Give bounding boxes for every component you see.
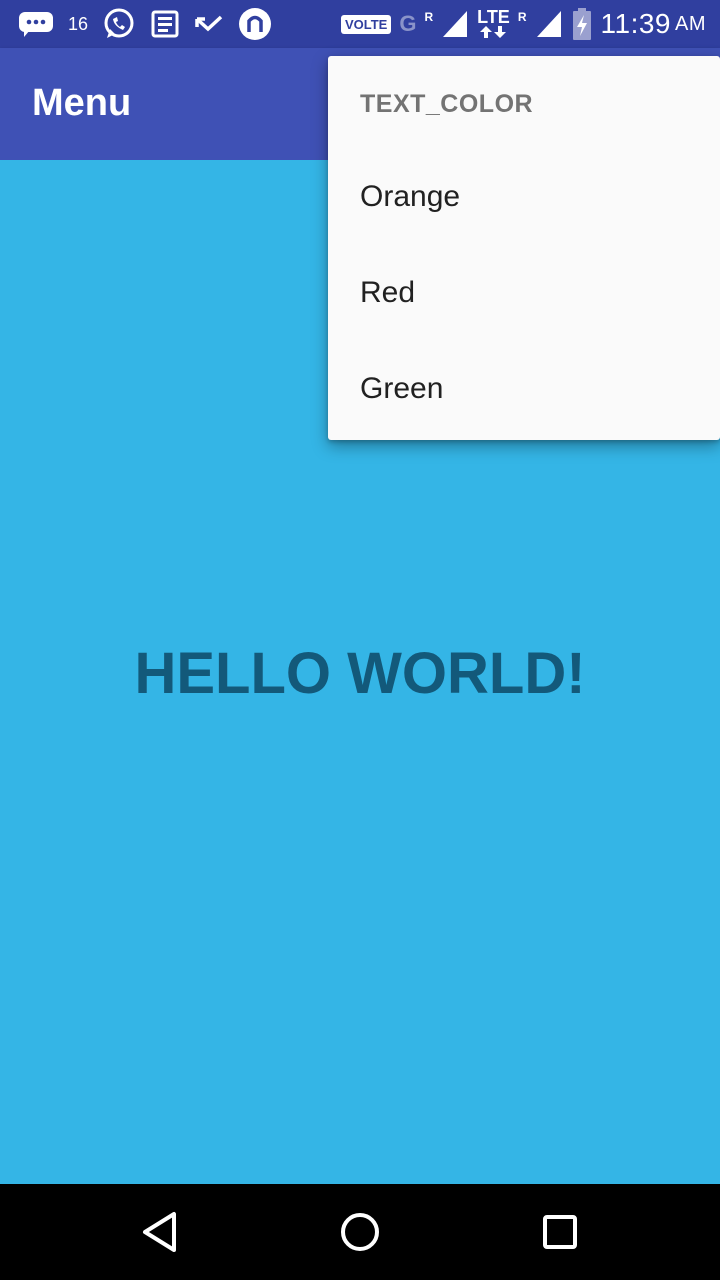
status-bar-system: VOLTE G R LTE R 11:39 AM [340,6,707,42]
back-icon [143,1212,176,1252]
menu-header: TEXT_COLOR [360,90,534,118]
roaming-indicator-1: R [424,10,434,24]
signal-icon [441,9,469,39]
recents-button[interactable] [536,1208,584,1256]
home-app-icon [238,7,272,41]
recents-icon [543,1215,577,1249]
sim-icon: 16 [68,14,88,35]
menu-item-label: Orange [360,180,461,213]
menu-item-orange[interactable]: Orange [328,152,720,248]
menu-item-red[interactable]: Red [328,248,720,344]
home-icon [341,1213,379,1251]
hello-text: HELLO WORLD! [134,641,586,706]
sim-indicator: 16 [68,13,89,34]
roaming-indicator-2: R [517,10,527,24]
status-bar-notifications: 16 [18,6,272,42]
clock-ampm: AM [675,12,706,35]
news-icon [150,9,180,39]
back-button[interactable] [136,1208,184,1256]
whatsapp-icon [102,7,136,41]
lte-label: LTE [477,7,510,27]
app-title: Menu [32,82,132,124]
signal-icon-2 [535,9,563,39]
status-bar: 16 VOLTE G R LTE R 11:39 AM [0,0,720,48]
menu-item-label: Red [360,276,416,309]
clock: 11:39 AM [601,8,707,40]
chat-bubble-icon [18,10,54,38]
network-g-label: G [399,11,417,36]
overflow-popup-menu: TEXT_COLOR Orange Red Green [328,56,720,440]
volte-icon: VOLTE [340,14,392,34]
navigation-bar [0,1184,720,1280]
menu-item-green[interactable]: Green [328,344,720,440]
missed-call-icon [194,9,224,39]
battery-charging-icon [571,7,593,41]
clock-time: 11:39 [600,8,671,39]
menu-item-label: Green [360,372,444,405]
home-button[interactable] [336,1208,384,1256]
lte-indicator: LTE [477,7,510,39]
